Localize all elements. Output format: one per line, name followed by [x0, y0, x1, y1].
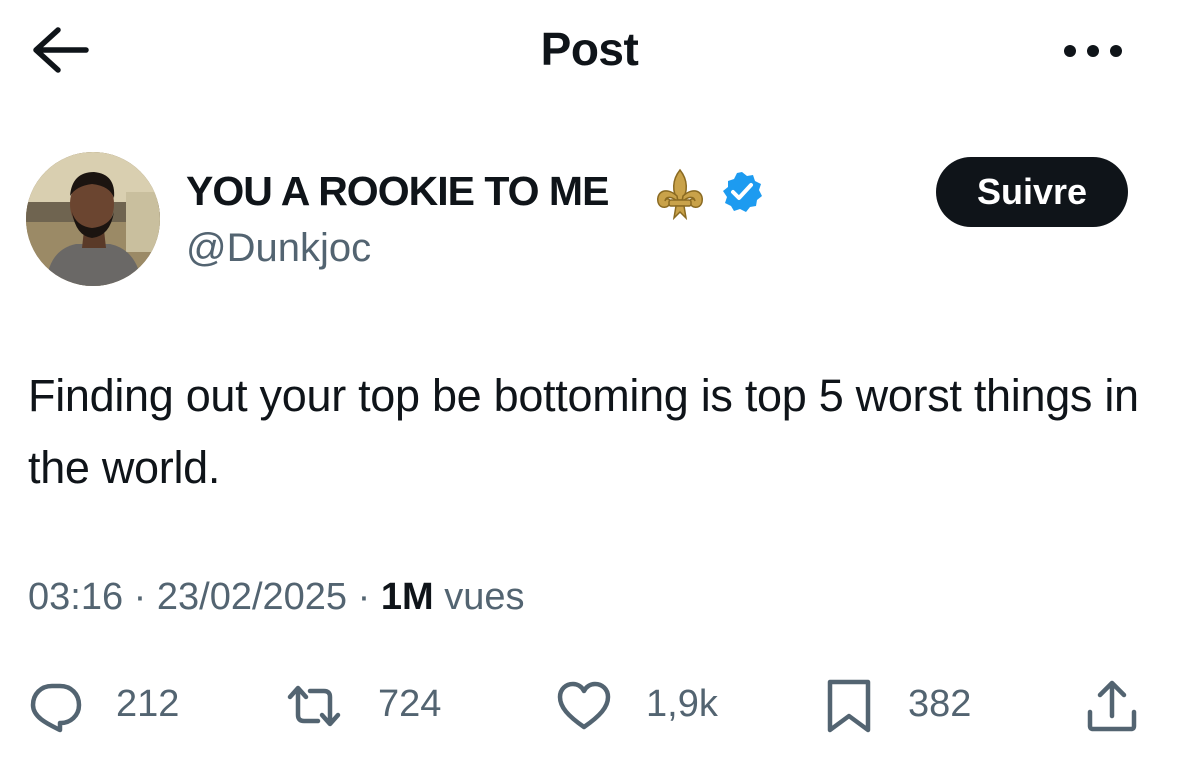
verified-badge-icon	[723, 172, 762, 212]
author-display-name[interactable]: YOU A ROOKIE TO ME	[186, 168, 609, 215]
page-title: Post	[540, 23, 639, 75]
post-text: Finding out your top be bottoming is top…	[28, 370, 1139, 493]
reply-button[interactable]: 212	[28, 670, 198, 740]
post-date[interactable]: 23/02/2025	[157, 576, 347, 618]
bookmark-count: 382	[908, 683, 972, 725]
reply-icon	[30, 683, 82, 733]
share-icon	[1087, 680, 1137, 732]
top-bar: Post	[0, 0, 1179, 100]
share-button[interactable]	[1084, 670, 1144, 740]
author-handle[interactable]: @Dunkjoc	[186, 226, 371, 271]
post-meta: 03:16 · 23/02/2025 · 1M vues	[28, 576, 524, 619]
views-label: vues	[444, 576, 525, 618]
like-count: 1,9k	[646, 683, 718, 725]
meta-separator: ·	[357, 576, 371, 618]
meta-separator: ·	[133, 576, 147, 618]
more-options-button[interactable]	[1060, 36, 1126, 66]
avatar[interactable]	[26, 152, 160, 286]
repost-icon	[287, 685, 341, 727]
like-button[interactable]: 1,9k	[556, 670, 726, 740]
reply-count: 212	[116, 683, 180, 725]
more-options-icon	[1064, 45, 1122, 57]
post-time[interactable]: 03:16	[28, 576, 123, 618]
avatar-image	[26, 152, 160, 286]
views-count: 1M	[380, 576, 434, 618]
repost-button[interactable]: 724	[286, 670, 456, 740]
repost-count: 724	[378, 683, 442, 725]
fleur-de-lis-icon	[657, 168, 703, 220]
follow-button[interactable]: Suivre	[936, 157, 1128, 227]
bookmark-icon	[827, 679, 871, 733]
like-icon	[557, 681, 611, 730]
action-bar: 212 724 1,9k 382	[0, 670, 1179, 740]
bookmark-button[interactable]: 382	[822, 670, 992, 740]
